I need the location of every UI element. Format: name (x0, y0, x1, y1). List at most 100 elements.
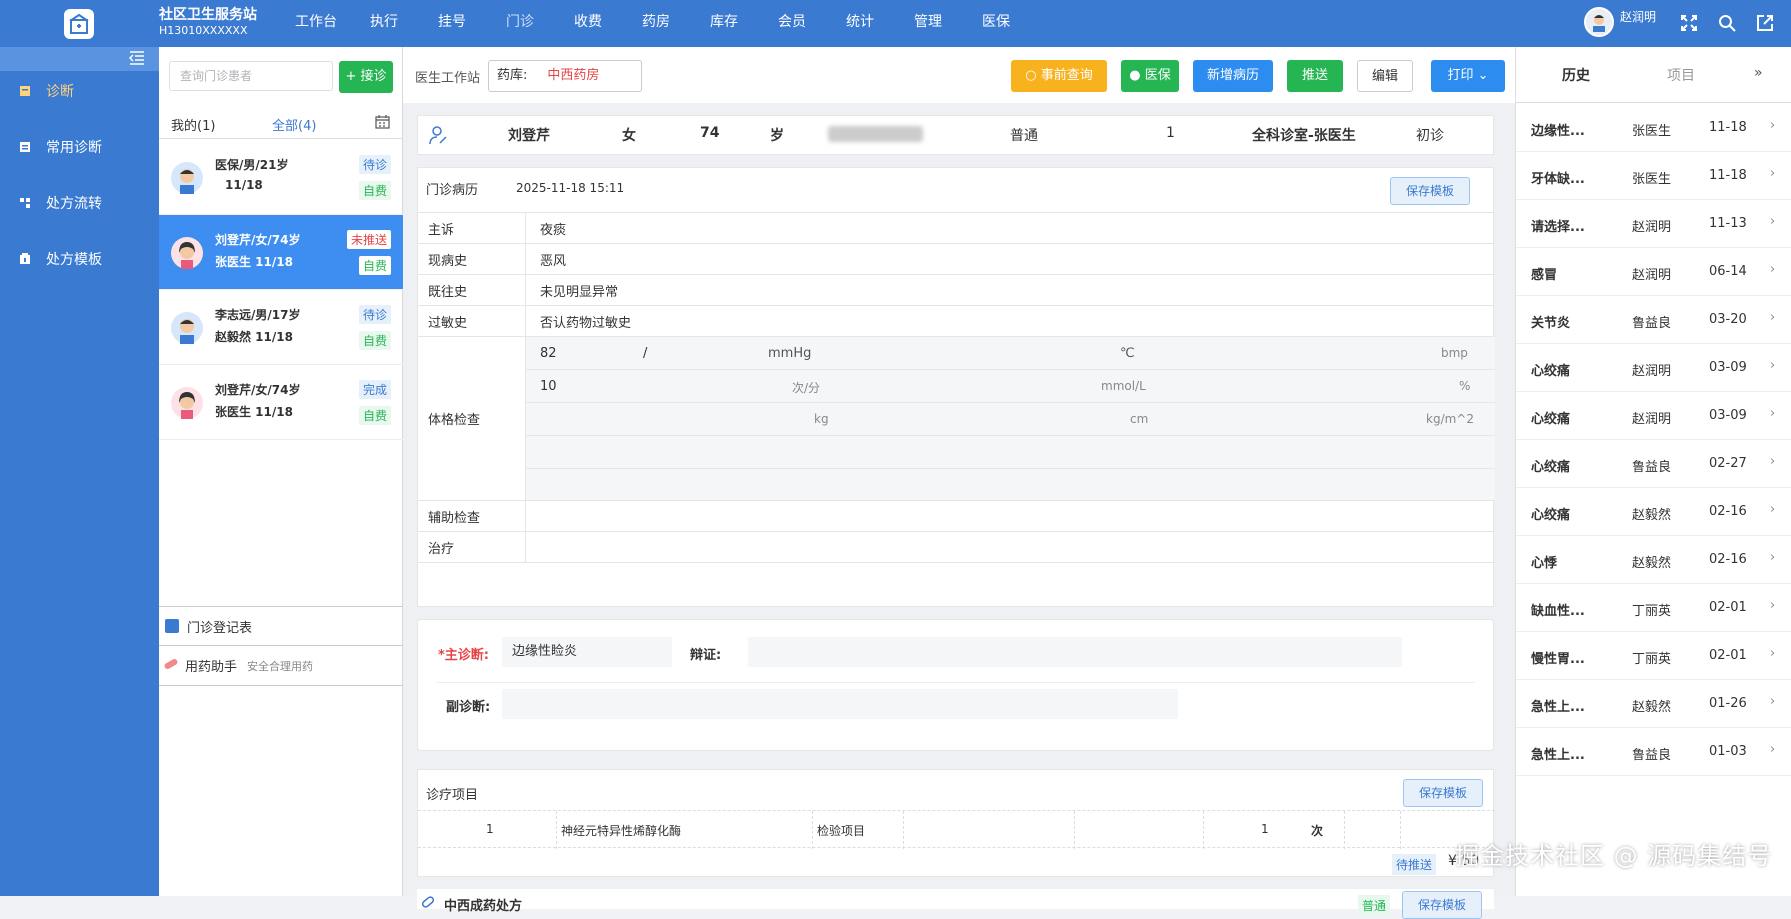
history-item[interactable]: 牙体缺... 张医生 11-18 › (1516, 152, 1791, 200)
allergy-input[interactable]: 否认药物过敏史 (526, 306, 1495, 336)
main-toolbar: 医生工作站 药库: 中西药房 ○ 事前查询 ● 医保 新增病历 推送 编辑 打印 … (403, 47, 1515, 103)
history-item[interactable]: 心绞痛 鲁益良 02-27 › (1516, 440, 1791, 488)
sidebar-collapse-button[interactable] (0, 47, 159, 71)
insurance-button[interactable]: ● 医保 (1121, 60, 1179, 92)
sub-diagnosis-input[interactable] (502, 689, 1178, 719)
nav-insurance[interactable]: 医保 (962, 0, 1030, 47)
pay-badge: 自费 (358, 406, 391, 425)
user-menu[interactable]: 赵润明 (1584, 7, 1656, 37)
chief-complaint-input[interactable]: 夜痰 (526, 213, 1495, 243)
syndrome-input[interactable] (748, 637, 1402, 667)
respiration-input[interactable]: 10 (540, 379, 557, 394)
sidebar-item-prescription-flow[interactable]: 处方流转 (18, 193, 102, 213)
pill-icon (421, 895, 435, 913)
status-badge: 未推送 (346, 230, 391, 249)
outpatient-register-link[interactable]: 门诊登记表 (159, 606, 403, 646)
collapse-panel-icon[interactable]: » (1754, 65, 1763, 81)
calendar-icon[interactable] (375, 115, 390, 133)
sidebar-item-diagnosis[interactable]: 诊断 (18, 81, 74, 101)
nav-pharmacy[interactable]: 药房 (622, 0, 690, 47)
allergy-row: 过敏史 否认药物过敏史 (418, 306, 1495, 337)
pre-query-label: 事前查询 (1040, 68, 1093, 83)
prescription-title: 中西成药处方 (444, 899, 523, 914)
aux-exam-input[interactable] (526, 501, 1495, 531)
tab-mine[interactable]: 我的(1) (171, 115, 215, 134)
temp-unit: ℃ (1120, 346, 1135, 361)
patient-info: 医保/男/21岁 (215, 158, 289, 172)
history-item[interactable]: 心绞痛 赵润明 03-09 › (1516, 392, 1791, 440)
fullscreen-icon[interactable] (1676, 10, 1702, 36)
patient-card[interactable]: 医保/男/21岁 11/18 待诊 自费 (159, 140, 403, 215)
template-icon (18, 252, 32, 266)
tab-history[interactable]: 历史 (1562, 65, 1590, 85)
history-item[interactable]: 心绞痛 赵润明 03-09 › (1516, 344, 1791, 392)
sidebar-item-common-diagnosis[interactable]: 常用诊断 (18, 137, 102, 157)
history-date: 03-09 (1709, 360, 1747, 375)
patient-card[interactable]: 李志远/男/17岁 赵毅然 11/18 待诊 自费 (159, 290, 403, 365)
check-icon: ● (1129, 68, 1145, 83)
item-unit: 次 (1311, 824, 1324, 838)
nav-inventory[interactable]: 库存 (690, 0, 758, 47)
present-history-row: 现病史 恶风 (418, 244, 1495, 275)
history-item[interactable]: 慢性胃... 丁丽英 02-01 › (1516, 632, 1791, 680)
patient-search-input[interactable]: 查询门诊患者 (169, 61, 333, 91)
logout-icon[interactable] (1752, 10, 1778, 36)
treatment-items-title: 诊疗项目 (426, 788, 479, 803)
nav-billing[interactable]: 收费 (554, 0, 622, 47)
chevron-right-icon: › (1770, 262, 1776, 277)
main-diagnosis-input[interactable]: 边缘性睑炎 (502, 637, 672, 667)
history-item[interactable]: 急性上... 鲁益良 01-03 › (1516, 728, 1791, 776)
aux-exam-label: 辅助检查 (418, 501, 526, 531)
history-item[interactable]: 急性上... 赵毅然 01-26 › (1516, 680, 1791, 728)
treatment-item-row[interactable]: 1 神经元特异性烯醇化酶 检验项目 1 次 (418, 810, 1495, 849)
history-item[interactable]: 缺血性... 丁丽英 02-01 › (1516, 584, 1791, 632)
tab-items[interactable]: 项目 (1667, 65, 1695, 85)
history-item[interactable]: 心悸 赵毅然 02-16 › (1516, 536, 1791, 584)
treatment-input[interactable] (526, 532, 1495, 562)
save-template-button[interactable]: 保存模板 (1390, 177, 1470, 205)
history-diagnosis: 慢性胃... (1531, 652, 1585, 667)
diagnosis-card: *主诊断: 边缘性睑炎 辩证: 副诊断: (417, 619, 1494, 751)
nav-register[interactable]: 挂号 (418, 0, 486, 47)
patient-number: 1 (1166, 125, 1175, 141)
sidebar-item-prescription-template[interactable]: 处方模板 (18, 249, 102, 269)
nav-member[interactable]: 会员 (758, 0, 826, 47)
history-item[interactable]: 边缘性... 张医生 11-18 › (1516, 104, 1791, 152)
save-template-button[interactable]: 保存模板 (1402, 891, 1482, 919)
history-item[interactable]: 请选择... 赵润明 11-13 › (1516, 200, 1791, 248)
status-badge: 待诊 (358, 305, 391, 324)
print-button[interactable]: 打印 ⌄ (1431, 60, 1505, 92)
nav-workbench[interactable]: 工作台 (282, 0, 350, 47)
tab-all[interactable]: 全部(4) (272, 115, 316, 134)
history-doctor: 赵润明 (1632, 364, 1672, 379)
vitals-row-2: 10 次/分 mmol/L % (526, 370, 1495, 403)
record-title: 门诊病历 (426, 183, 479, 198)
nav-statistics[interactable]: 统计 (826, 0, 894, 47)
patient-doctor-date: 张医生 11/18 (215, 405, 293, 419)
save-template-button[interactable]: 保存模板 (1403, 779, 1483, 807)
vitals-row-4[interactable] (526, 436, 1495, 469)
nav-outpatient[interactable]: 门诊 (486, 0, 554, 47)
pre-query-button[interactable]: ○ 事前查询 (1011, 60, 1107, 92)
history-item[interactable]: 感冒 赵润明 06-14 › (1516, 248, 1791, 296)
edit-button[interactable]: 编辑 (1357, 60, 1413, 92)
receive-patient-button[interactable]: + 接诊 (339, 61, 393, 93)
search-icon[interactable] (1714, 10, 1740, 36)
nav-execute[interactable]: 执行 (350, 0, 418, 47)
history-item[interactable]: 关节炎 鲁益良 03-20 › (1516, 296, 1791, 344)
history-date: 02-01 (1709, 648, 1747, 663)
patient-card[interactable]: 刘登芹/女/74岁 张医生 11/18 完成 自费 (159, 365, 403, 440)
new-record-button[interactable]: 新增病历 (1193, 60, 1273, 92)
workstation-label: 医生工作站 (415, 71, 481, 86)
patient-card-selected[interactable]: 刘登芹/女/74岁 张医生 11/18 未推送 自费 (159, 215, 403, 290)
bp-systolic-input[interactable]: 82 (540, 346, 557, 361)
push-button[interactable]: 推送 (1287, 60, 1343, 92)
pharmacy-select[interactable]: 药库: 中西药房 (488, 60, 642, 92)
medication-assistant-link[interactable]: 用药助手 安全合理用药 (159, 646, 403, 686)
watermark: 掘金技术社区 @ 源码集结号 (1455, 842, 1773, 870)
nav-admin[interactable]: 管理 (894, 0, 962, 47)
past-history-input[interactable]: 未见明显异常 (526, 275, 1495, 305)
present-history-input[interactable]: 恶风 (526, 244, 1495, 274)
chevron-right-icon: › (1770, 166, 1776, 181)
history-item[interactable]: 心绞痛 赵毅然 02-16 › (1516, 488, 1791, 536)
